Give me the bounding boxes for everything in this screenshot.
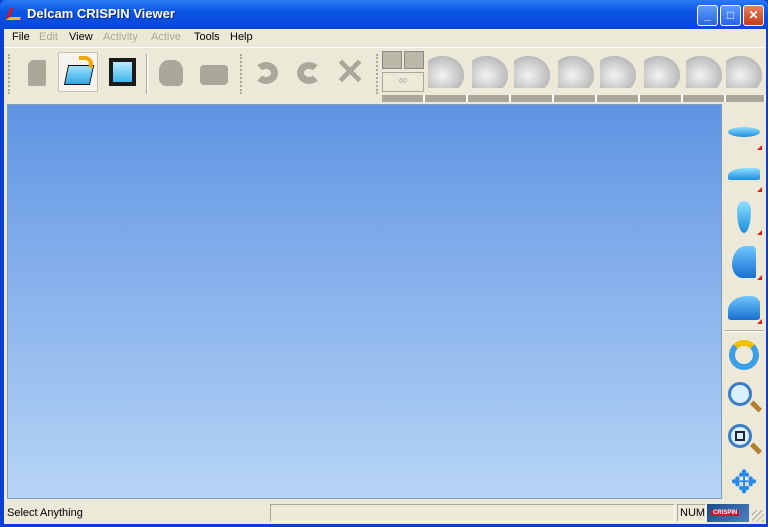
- rotate-button[interactable]: [726, 337, 762, 373]
- toolbar-separator: [725, 330, 763, 332]
- menu-active[interactable]: Active: [151, 31, 181, 43]
- status-pane: [270, 504, 675, 522]
- menu-activity[interactable]: Activity: [103, 31, 138, 43]
- bottom-button[interactable]: [194, 52, 234, 92]
- boot-icon[interactable]: [558, 56, 594, 88]
- redo-button[interactable]: [289, 52, 329, 92]
- 3d-viewport[interactable]: [7, 104, 722, 499]
- maximize-button[interactable]: □: [720, 5, 741, 26]
- undo-icon: [254, 62, 278, 84]
- stage-bar: [726, 95, 766, 102]
- new-icon: [28, 60, 46, 86]
- stage-bar: [683, 95, 726, 102]
- toolbar-separator: [146, 54, 148, 94]
- stage-bar: [597, 95, 640, 102]
- window-title: Delcam CRISPIN Viewer: [27, 6, 175, 21]
- undo-button[interactable]: [246, 52, 286, 92]
- stage-bar: [554, 95, 597, 102]
- top-view-icon: [737, 201, 751, 233]
- crispin-logo: CRISPIN: [707, 504, 749, 522]
- iso-view-button[interactable]: [726, 288, 762, 324]
- top-view-button[interactable]: [726, 199, 762, 235]
- glasses-button[interactable]: ∞: [382, 72, 424, 92]
- back-view-button[interactable]: [726, 244, 762, 280]
- save-icon: [109, 58, 136, 86]
- delete-button[interactable]: ✕: [331, 52, 371, 92]
- delete-icon: ✕: [335, 51, 366, 92]
- components-icon[interactable]: [726, 56, 762, 88]
- upper-icon[interactable]: [600, 56, 636, 88]
- stage-bar: [468, 95, 511, 102]
- checklist-button-2[interactable]: [404, 51, 424, 69]
- zoom-button[interactable]: [726, 380, 763, 416]
- insole-view-button[interactable]: [726, 114, 762, 150]
- stage-bar: [640, 95, 683, 102]
- close-button[interactable]: ✕: [743, 5, 764, 26]
- open-button[interactable]: [58, 52, 98, 92]
- toolbar-grip[interactable]: [376, 54, 379, 94]
- pan-button[interactable]: ✥: [726, 464, 762, 500]
- zoom-window-button[interactable]: [726, 422, 763, 458]
- shoe-icon[interactable]: [644, 56, 680, 88]
- iso-view-icon: [728, 296, 760, 320]
- checklist-button-1[interactable]: [382, 51, 402, 69]
- app-shoe-icon: [5, 8, 25, 20]
- side-view-button[interactable]: [726, 156, 762, 192]
- new-button[interactable]: [16, 52, 56, 92]
- heel-icon[interactable]: [686, 56, 722, 88]
- view-toolbar: ✥: [723, 104, 766, 501]
- toolbar-grip[interactable]: [240, 54, 243, 94]
- zoom-window-icon: [728, 424, 752, 448]
- last-icon: [159, 60, 183, 86]
- stage-bar: [425, 95, 468, 102]
- rotate-icon: [729, 340, 759, 370]
- stage-bar: [511, 95, 554, 102]
- bottom-icon: [200, 65, 228, 85]
- stage-bar: [382, 95, 425, 102]
- last-button[interactable]: [151, 52, 191, 92]
- insole-view-icon: [728, 127, 760, 137]
- menu-file[interactable]: File: [12, 31, 30, 43]
- menu-tools[interactable]: Tools: [194, 31, 220, 43]
- menu-edit[interactable]: Edit: [39, 31, 58, 43]
- menu-help[interactable]: Help: [230, 31, 253, 43]
- save-button[interactable]: [102, 52, 142, 92]
- last-stage-icon[interactable]: [428, 56, 464, 88]
- num-lock-indicator: NUM: [677, 504, 706, 522]
- menu-bar: File Edit View Activity Active Tools Hel…: [4, 29, 766, 46]
- menu-view[interactable]: View: [69, 31, 93, 43]
- toolbar-grip[interactable]: [8, 54, 11, 94]
- zoom-icon: [728, 382, 752, 406]
- redo-icon: [297, 62, 321, 84]
- back-view-icon: [732, 246, 756, 278]
- title-bar: Delcam CRISPIN Viewer _ □ ✕: [0, 0, 768, 29]
- side-view-icon: [728, 168, 760, 180]
- open-folder-icon: [63, 65, 95, 85]
- resize-grip[interactable]: [752, 510, 764, 522]
- sandal-icon[interactable]: [514, 56, 550, 88]
- sandal-design-icon[interactable]: [472, 56, 508, 88]
- status-bar: Select Anything NUM CRISPIN: [4, 501, 766, 524]
- pan-icon: ✥: [730, 464, 758, 500]
- status-text: Select Anything: [7, 507, 83, 519]
- main-toolbar: ✕ ∞: [4, 47, 766, 104]
- minimize-button[interactable]: _: [697, 5, 718, 26]
